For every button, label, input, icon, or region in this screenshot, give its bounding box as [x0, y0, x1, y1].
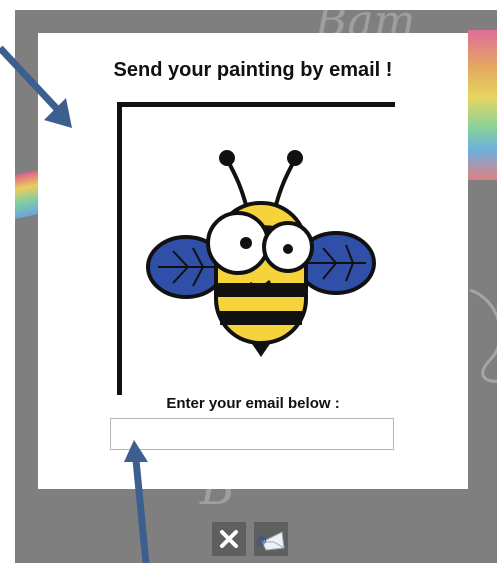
close-icon [220, 530, 238, 548]
send-email-icon: @ [256, 531, 285, 551]
at-symbol: @ [256, 535, 267, 547]
send-email-dialog: Send your painting by email ! Enter your… [38, 33, 468, 489]
send-email-button[interactable]: @ [254, 522, 288, 556]
dialog-title: Send your painting by email ! [113, 59, 393, 81]
painting-preview-bee [146, 150, 376, 357]
email-input[interactable] [110, 418, 394, 450]
email-label: Enter your email below : [166, 395, 340, 412]
rainbow-stroke-right [468, 30, 497, 180]
cancel-button[interactable] [212, 522, 246, 556]
